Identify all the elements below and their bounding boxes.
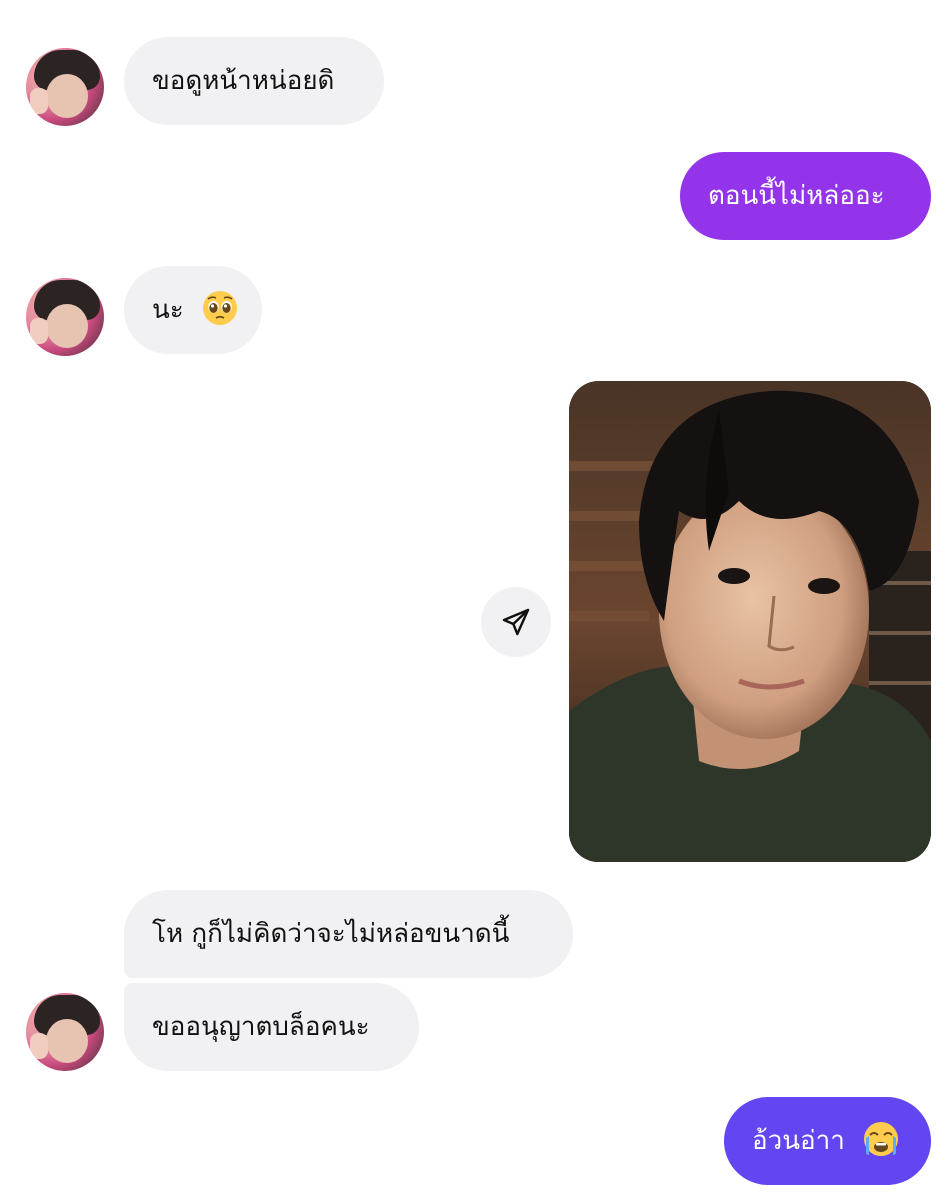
contact-avatar[interactable]: [26, 993, 104, 1071]
avatar-hand: [30, 88, 48, 114]
selfie-photo-image: [569, 381, 931, 862]
sent-photo[interactable]: [569, 381, 931, 862]
sent-message-bubble[interactable]: ตอนนี้ไม่หล่ออะ: [680, 152, 931, 240]
message-text: อ้วนอ่าา: [752, 1126, 845, 1156]
message-text: โห กูก็ไม่คิดว่าจะไม่หล่อขนาดนี้: [152, 919, 510, 949]
contact-avatar[interactable]: [26, 278, 104, 356]
message-text: ขอดูหน้าหน่อยดิ: [152, 66, 335, 96]
avatar-face: [46, 74, 88, 118]
message-text: นะ: [152, 295, 184, 325]
share-button[interactable]: [481, 587, 551, 657]
received-message-bubble[interactable]: นะ: [124, 266, 262, 354]
avatar-hand: [30, 318, 48, 344]
chat-thread: ขอดูหน้าหน่อยดิ ตอนนี้ไม่หล่ออะ นะ โห กู…: [0, 0, 949, 1200]
received-message-bubble[interactable]: ขออนุญาตบล็อคนะ: [124, 983, 419, 1071]
avatar-hand: [30, 1033, 48, 1059]
loudly-crying-face-icon: [864, 1121, 899, 1156]
received-message-bubble[interactable]: ขอดูหน้าหน่อยดิ: [124, 37, 384, 125]
avatar-face: [46, 1019, 88, 1063]
paper-plane-icon: [502, 608, 530, 636]
message-text: ตอนนี้ไม่หล่ออะ: [708, 181, 885, 211]
sent-message-bubble[interactable]: อ้วนอ่าา: [724, 1097, 931, 1185]
contact-avatar[interactable]: [26, 48, 104, 126]
message-text: ขออนุญาตบล็อคนะ: [152, 1012, 370, 1042]
avatar-face: [46, 304, 88, 348]
received-message-bubble[interactable]: โห กูก็ไม่คิดว่าจะไม่หล่อขนาดนี้: [124, 890, 573, 978]
pleading-face-icon: [203, 290, 238, 325]
